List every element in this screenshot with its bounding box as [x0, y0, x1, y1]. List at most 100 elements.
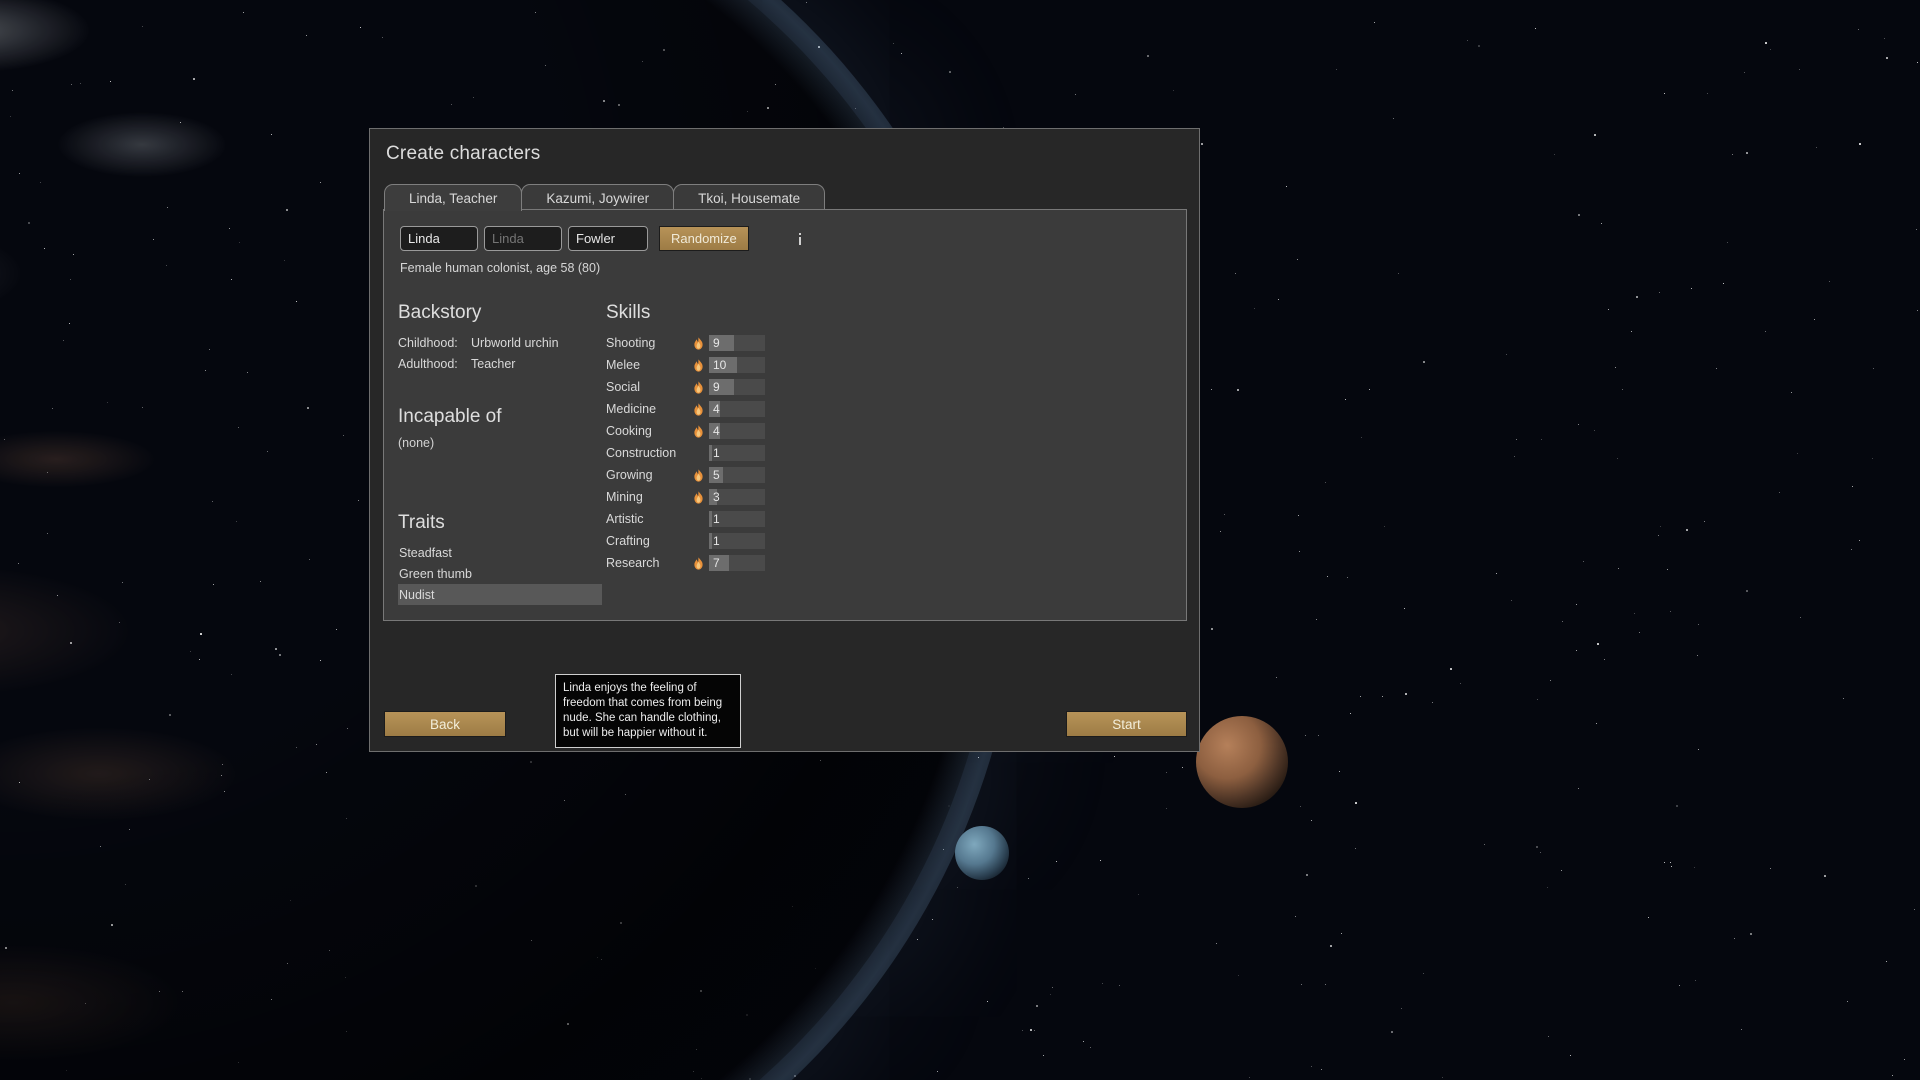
trait-row[interactable]: Nudist: [398, 584, 602, 605]
character-tabs: Linda, Teacher Kazumi, Joywirer Tkoi, Hous…: [384, 183, 826, 211]
passion-empty: [690, 446, 706, 460]
last-name-input[interactable]: [568, 226, 648, 251]
skill-value: 1: [713, 534, 720, 548]
right-column: Skills Shooting 9 Melee 10 Social 9 Medicine 4 C…: [606, 302, 966, 574]
skill-bar: 4: [709, 423, 765, 439]
skill-label: Construction: [606, 446, 677, 460]
first-name-input[interactable]: [400, 226, 478, 251]
backstory-row[interactable]: Childhood: Urbworld urchin: [398, 332, 604, 353]
back-button[interactable]: Back: [384, 711, 506, 737]
skill-label: Artistic: [606, 512, 644, 526]
moon-small: [955, 826, 1009, 880]
incapable-block: Incapable of (none): [398, 406, 604, 450]
backstory-value: Urbworld urchin: [471, 335, 559, 350]
skill-row[interactable]: Medicine 4: [606, 398, 966, 420]
tab-character-0[interactable]: Linda, Teacher: [384, 184, 523, 211]
traits-heading: Traits: [398, 512, 445, 533]
skill-value: 9: [713, 336, 720, 350]
passion-flame-icon: [690, 380, 706, 394]
passion-empty: [690, 512, 706, 526]
character-panel: Randomize Female human colonist, age 58 …: [383, 209, 1187, 748]
skill-bar-fill: [709, 533, 712, 549]
passion-flame-icon: [690, 468, 706, 482]
skill-value: 9: [713, 380, 720, 394]
tab-label: Linda, Teacher: [409, 190, 498, 206]
name-row: Randomize: [400, 226, 807, 251]
trait-rows: Steadfast Green thumb Nudist: [398, 542, 604, 605]
incapable-value: (none): [398, 436, 435, 450]
skill-bar: 4: [709, 401, 765, 417]
skill-row[interactable]: Social 9: [606, 376, 966, 398]
skill-row[interactable]: Melee 10: [606, 354, 966, 376]
skill-value: 10: [713, 358, 727, 372]
skill-label: Melee: [606, 358, 641, 372]
skill-row[interactable]: Mining 3: [606, 486, 966, 508]
skill-value: 1: [713, 446, 720, 460]
skill-value: 5: [713, 468, 720, 482]
passion-flame-icon: [690, 402, 706, 416]
skill-row[interactable]: Shooting 9: [606, 332, 966, 354]
skill-bar: 1: [709, 445, 765, 461]
skill-label: Growing: [606, 468, 653, 482]
tab-label: Kazumi, Joywirer: [546, 190, 650, 206]
skill-row[interactable]: Artistic 1: [606, 508, 966, 530]
skill-label: Crafting: [606, 534, 650, 548]
backstory-row[interactable]: Adulthood: Teacher: [398, 353, 604, 374]
skill-value: 7: [713, 556, 720, 570]
skill-value: 1: [713, 512, 720, 526]
passion-flame-icon: [690, 336, 706, 350]
skill-bar: 1: [709, 533, 765, 549]
character-description: Female human colonist, age 58 (80): [400, 261, 601, 275]
tab-character-2[interactable]: Tkoi, Housemate: [673, 184, 826, 211]
backstory-label: Childhood:: [398, 335, 458, 350]
passion-flame-icon: [690, 490, 706, 504]
skill-value: 3: [713, 490, 720, 504]
skill-bar: 1: [709, 511, 765, 527]
incapable-heading: Incapable of: [398, 406, 502, 427]
randomize-button[interactable]: Randomize: [659, 226, 749, 251]
page-title: Create characters: [386, 143, 541, 164]
skill-bar: 10: [709, 357, 765, 373]
backstory-label: Adulthood:: [398, 356, 458, 371]
skill-label: Mining: [606, 490, 643, 504]
left-column: Backstory Childhood: Urbworld urchin Adult…: [398, 302, 604, 605]
traits-block: Traits Steadfast Green thumb Nudist: [398, 512, 604, 605]
info-icon[interactable]: [793, 230, 807, 247]
skill-rows: Shooting 9 Melee 10 Social 9 Medicine 4 Cooking 4…: [606, 332, 966, 574]
skill-label: Social: [606, 380, 641, 394]
passion-flame-icon: [690, 358, 706, 372]
nickname-input[interactable]: [484, 226, 562, 251]
skill-bar: 9: [709, 335, 765, 351]
skill-row[interactable]: Construction 1: [606, 442, 966, 464]
skill-row[interactable]: Crafting 1: [606, 530, 966, 552]
skill-bar: 3: [709, 489, 765, 505]
skill-label: Cooking: [606, 424, 652, 438]
skill-bar-fill: [709, 445, 712, 461]
skill-label: Shooting: [606, 336, 656, 350]
trait-tooltip: Linda enjoys the feeling of freedom that…: [555, 674, 741, 748]
backstory-value: Teacher: [471, 356, 516, 371]
skill-value: 4: [713, 424, 720, 438]
skill-value: 4: [713, 402, 720, 416]
skill-row[interactable]: Growing 5: [606, 464, 966, 486]
skill-bar: 5: [709, 467, 765, 483]
backstory-heading: Backstory: [398, 302, 482, 323]
skill-row[interactable]: Research 7: [606, 552, 966, 574]
trait-row[interactable]: Steadfast: [398, 542, 602, 563]
trait-row[interactable]: Green thumb: [398, 563, 602, 584]
tab-character-1[interactable]: Kazumi, Joywirer: [521, 184, 675, 211]
moon-large: [1196, 716, 1288, 808]
passion-empty: [690, 534, 706, 548]
game-background: Create characters Linda, Teacher Kazumi, …: [0, 0, 1920, 1080]
skill-bar-fill: [709, 511, 712, 527]
start-button[interactable]: Start: [1066, 711, 1187, 737]
skill-bar: 9: [709, 379, 765, 395]
skill-row[interactable]: Cooking 4: [606, 420, 966, 442]
create-characters-dialog: Create characters Linda, Teacher Kazumi, …: [369, 128, 1200, 752]
skill-label: Medicine: [606, 402, 657, 416]
passion-flame-icon: [690, 556, 706, 570]
backstory-rows: Childhood: Urbworld urchin Adulthood: Teach…: [398, 332, 604, 374]
tab-label: Tkoi, Housemate: [698, 190, 801, 206]
skill-bar: 7: [709, 555, 765, 571]
skills-heading: Skills: [606, 302, 651, 323]
